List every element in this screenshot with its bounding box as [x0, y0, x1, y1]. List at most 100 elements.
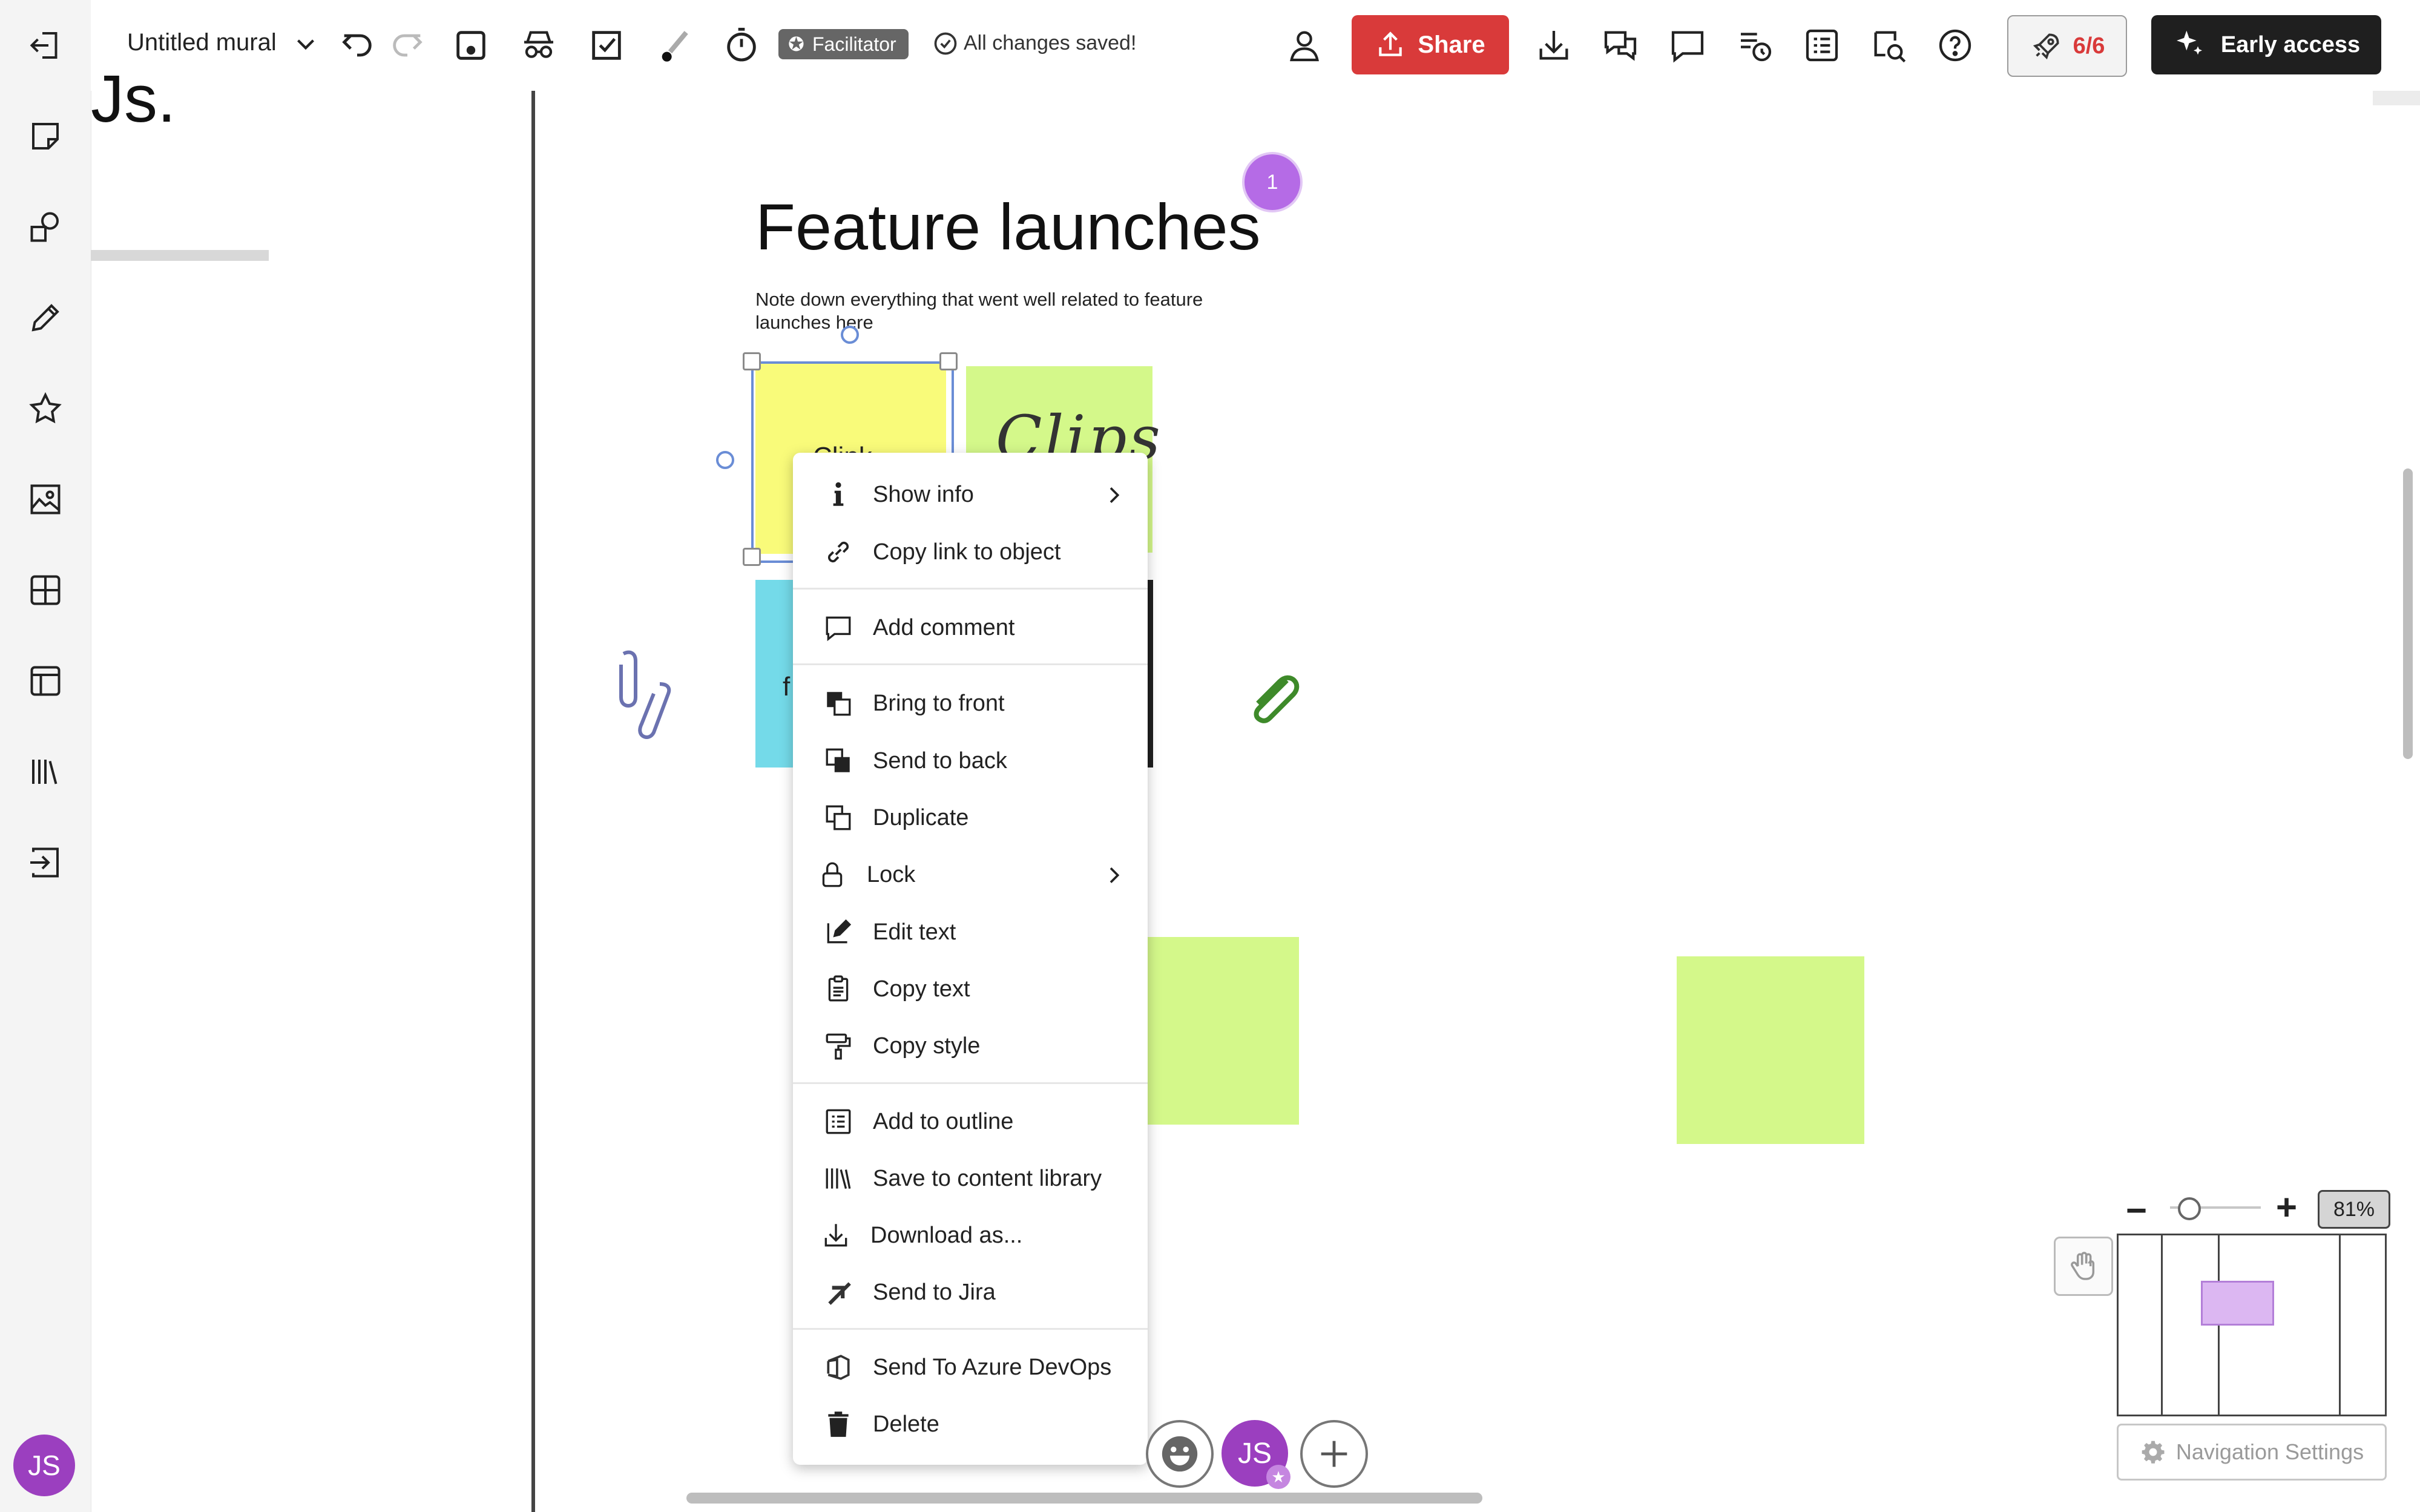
menu-item-copy-text[interactable]: Copy text [793, 961, 1148, 1017]
menu-item-send-to-jira[interactable]: Send to Jira [793, 1264, 1148, 1321]
user-icon[interactable] [1274, 21, 1335, 70]
menu-separator [793, 663, 1148, 665]
download-icon [824, 1224, 847, 1247]
comment-icon[interactable] [1663, 21, 1712, 70]
menu-item-add-comment[interactable]: Add comment [793, 599, 1148, 656]
download-icon[interactable] [1530, 21, 1578, 70]
library-icon [826, 1168, 851, 1189]
menu-item-add-to-outline[interactable]: Add to outline [793, 1093, 1148, 1150]
add-button[interactable] [1300, 1420, 1368, 1488]
menu-separator [793, 588, 1148, 590]
outline-box-icon[interactable] [447, 21, 495, 70]
zoom-out-button[interactable]: − [2126, 1189, 2147, 1231]
menu-separator [793, 1082, 1148, 1084]
vertical-scrollbar[interactable] [2403, 468, 2413, 759]
facilitator-badge[interactable]: ✪ Facilitator [778, 29, 909, 59]
gear-icon [2142, 1441, 2165, 1464]
grid-template-icon[interactable] [21, 566, 70, 614]
board-description[interactable]: Note down everything that went well rela… [755, 288, 1240, 334]
zoom-in-button[interactable]: + [2276, 1186, 2297, 1228]
upload-icon [1379, 31, 1402, 56]
library-icon[interactable] [21, 748, 70, 796]
sticky-note-green[interactable] [1148, 937, 1299, 1125]
menu-item-send-to-azure[interactable]: Send To Azure DevOps [793, 1339, 1148, 1396]
edit-text-icon [827, 919, 852, 944]
rocket-badge[interactable]: 6/6 [2007, 15, 2127, 77]
rocket-icon [2033, 33, 2059, 60]
sparkle-icon [2176, 30, 2202, 55]
menu-item-download-as[interactable]: Download as... [793, 1207, 1148, 1264]
resize-handle[interactable] [939, 352, 958, 370]
help-icon[interactable] [1931, 21, 1979, 70]
resize-handle[interactable] [743, 352, 761, 370]
panel-scrollbar[interactable] [91, 250, 269, 261]
comment-icon [826, 616, 851, 642]
share-button[interactable]: Share [1352, 15, 1509, 74]
menu-item-send-to-back[interactable]: Send to back [793, 732, 1148, 789]
navigation-settings-button[interactable]: Navigation Settings [2117, 1424, 2387, 1481]
top-right-tab [2373, 91, 2420, 105]
menu-item-copy-link[interactable]: Copy link to object [793, 524, 1148, 580]
pan-button[interactable] [2054, 1237, 2113, 1296]
menu-item-bring-to-front[interactable]: Bring to front [793, 675, 1148, 732]
menu-item-edit-text[interactable]: Edit text [793, 904, 1148, 961]
minimap-viewport[interactable] [2201, 1281, 2274, 1326]
menu-item-save-to-library[interactable]: Save to content library [793, 1150, 1148, 1207]
search-icon[interactable] [1864, 21, 1913, 70]
activity-icon[interactable] [1731, 21, 1780, 70]
clipboard-icon [828, 975, 849, 1002]
chat-icon[interactable] [1596, 21, 1645, 70]
panel-partial-heading: Js. [91, 62, 176, 136]
reaction-button[interactable] [1146, 1420, 1214, 1488]
duplicate-icon [826, 805, 851, 830]
horizontal-scrollbar[interactable] [686, 1493, 1482, 1504]
exit-mural-icon[interactable] [21, 21, 70, 70]
timer-icon[interactable] [717, 21, 766, 70]
outline-icon[interactable] [1798, 21, 1846, 70]
resize-handle[interactable] [743, 548, 761, 566]
early-access-button[interactable]: Early access [2151, 15, 2381, 74]
zoom-level[interactable]: 81% [2318, 1190, 2390, 1229]
private-mode-icon[interactable] [515, 21, 563, 70]
paperclip-green-icon[interactable] [1247, 671, 1301, 725]
context-menu: Show info Copy link to object Add commen… [793, 453, 1148, 1465]
star-icon[interactable] [21, 384, 70, 433]
board-title[interactable]: Feature launches [755, 189, 1261, 265]
rotate-handle[interactable] [841, 326, 859, 344]
voting-icon[interactable] [582, 21, 631, 70]
menu-item-delete[interactable]: Delete [793, 1396, 1148, 1453]
laser-pointer-icon[interactable] [651, 21, 699, 70]
outline-icon [826, 1109, 851, 1134]
sticky-note-cyan[interactable] [755, 580, 798, 768]
rotate-handle[interactable] [716, 451, 734, 469]
menu-item-lock[interactable]: Lock [793, 846, 1148, 903]
mural-title[interactable]: Untitled mural [127, 29, 277, 56]
chevron-down-icon[interactable] [291, 29, 321, 59]
check-circle-icon [934, 32, 957, 55]
pencil-icon[interactable] [21, 294, 70, 342]
redo-icon[interactable] [383, 21, 432, 70]
chevron-right-icon [1110, 867, 1120, 883]
avatar[interactable]: JS [13, 1435, 75, 1496]
minimap-area-line [2339, 1235, 2341, 1415]
minimap-area-line [2161, 1235, 2163, 1415]
sticky-note-dark[interactable] [1147, 580, 1153, 768]
sticky-note-icon[interactable] [21, 112, 70, 160]
info-icon [833, 482, 844, 506]
image-icon[interactable] [21, 475, 70, 524]
undo-icon[interactable] [333, 21, 381, 70]
zoom-slider-handle[interactable] [2178, 1197, 2201, 1220]
menu-item-show-info[interactable]: Show info [793, 466, 1148, 523]
menu-item-duplicate[interactable]: Duplicate [793, 789, 1148, 846]
shapes-icon[interactable] [21, 203, 70, 251]
table-icon[interactable] [21, 657, 70, 705]
smiley-icon [1162, 1436, 1198, 1472]
menu-item-copy-style[interactable]: Copy style [793, 1017, 1148, 1074]
save-status: All changes saved! [964, 31, 1137, 54]
board-badge[interactable]: 1 [1245, 154, 1300, 210]
paperclip-icon[interactable] [611, 648, 696, 744]
import-icon[interactable] [21, 838, 70, 887]
sticky-note-green[interactable] [1677, 956, 1864, 1144]
top-toolbar: Untitled mural ✪ Facilitator All changes… [91, 0, 2420, 91]
send-back-icon [826, 748, 850, 772]
